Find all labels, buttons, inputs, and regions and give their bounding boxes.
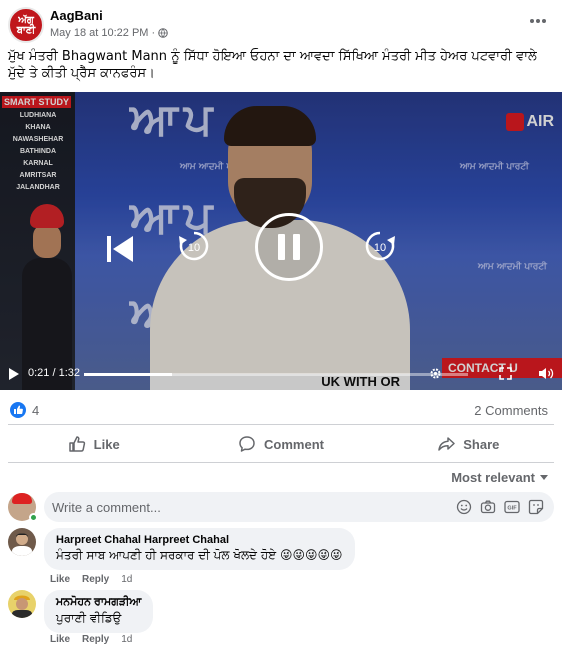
time-separator: / bbox=[49, 367, 59, 379]
settings-gear-icon[interactable] bbox=[429, 367, 442, 380]
volume-icon[interactable] bbox=[538, 367, 554, 380]
comment-text: ਪੁਰਾਣੀ ਵੀਡਿਉ bbox=[56, 611, 122, 625]
composer-tools: GIF bbox=[456, 499, 544, 515]
post-caption: ਮੁੱਖ ਮੰਤਰੀ Bhagwant Mann ਨੂੰ ਸਿੱਧਾ ਹੋਇਆ … bbox=[8, 49, 537, 81]
time-display: 0:21 / 1:32 bbox=[28, 367, 80, 379]
comment-label: Comment bbox=[264, 436, 324, 452]
progress-fill bbox=[84, 373, 173, 376]
svg-text:GIF: GIF bbox=[507, 506, 517, 512]
comment-like-link[interactable]: Like bbox=[50, 574, 70, 585]
like-reaction-icon[interactable] bbox=[10, 402, 26, 418]
current-time: 0:21 bbox=[28, 367, 50, 379]
comment-bubble: Harpreet Chahal Harpreet Chahal ਮੰਤਰੀ ਸਾ… bbox=[44, 528, 355, 570]
post-stats: 4 2 Comments bbox=[0, 396, 562, 424]
like-button[interactable]: Like bbox=[0, 428, 187, 460]
comment-sort-dropdown[interactable]: Most relevant bbox=[451, 470, 548, 485]
comment-age[interactable]: 1d bbox=[121, 574, 132, 585]
previous-icon[interactable] bbox=[105, 232, 135, 266]
commenter-avatar[interactable] bbox=[8, 590, 36, 618]
like-icon bbox=[68, 436, 85, 452]
share-button[interactable]: Share bbox=[375, 428, 562, 460]
online-status-icon bbox=[29, 513, 38, 522]
svg-text:10: 10 bbox=[374, 242, 386, 254]
reactions-count[interactable]: 4 bbox=[32, 403, 39, 418]
comment-author[interactable]: Harpreet Chahal Harpreet Chahal bbox=[56, 534, 343, 546]
divider bbox=[8, 424, 554, 425]
emoji-icon[interactable] bbox=[456, 499, 472, 515]
comment-placeholder: Write a comment... bbox=[52, 500, 161, 515]
rewind-10-icon[interactable]: 10 bbox=[176, 228, 212, 264]
caret-down-icon bbox=[540, 475, 548, 480]
comment-age[interactable]: 1d bbox=[121, 634, 132, 645]
forward-10-icon[interactable]: 10 bbox=[362, 228, 398, 264]
comment-actions: Like Reply 1d bbox=[50, 574, 132, 585]
divider bbox=[8, 462, 554, 463]
post-header: ਅੱਗ ਬਾਣੀ AagBani May 18 at 10:22 PM · bbox=[0, 0, 562, 46]
share-label: Share bbox=[463, 436, 500, 452]
comment-button[interactable]: Comment bbox=[187, 428, 374, 460]
more-dots-icon bbox=[530, 19, 546, 23]
post-meta: May 18 at 10:22 PM · bbox=[50, 27, 168, 39]
sticker-icon[interactable] bbox=[528, 499, 544, 515]
meta-separator: · bbox=[151, 27, 156, 39]
thumbs-up-icon bbox=[14, 405, 23, 414]
pause-icon bbox=[278, 234, 300, 260]
like-label: Like bbox=[93, 436, 120, 452]
svg-text:10: 10 bbox=[188, 242, 200, 254]
video-duration: 1:32 bbox=[58, 367, 81, 379]
comment-reply-link[interactable]: Reply bbox=[82, 574, 109, 585]
sort-label: Most relevant bbox=[451, 470, 535, 485]
post-timestamp[interactable]: May 18 at 10:22 PM bbox=[50, 27, 148, 39]
globe-icon[interactable] bbox=[158, 28, 168, 38]
comment-composer: Write a comment... GIF bbox=[8, 492, 554, 522]
gif-icon[interactable]: GIF bbox=[504, 499, 520, 515]
comment-reply-link[interactable]: Reply bbox=[82, 634, 109, 645]
comment-text: ਮੰਤਰੀ ਸਾਬ ਆਪਣੀ ਹੀ ਸਰਕਾਰ ਦੀ ਪੋਲ ਖੋਲਦੇ ਹੋਏ… bbox=[56, 548, 343, 562]
camera-icon[interactable] bbox=[480, 499, 496, 515]
comment-input[interactable]: Write a comment... GIF bbox=[44, 492, 554, 522]
comment-item: ਮਨਮੋਹਨ ਰਾਮਗੜੀਆ ਪੁਰਾਣੀ ਵੀਡਿਉ Like Reply 1… bbox=[8, 590, 554, 647]
commenter-avatar[interactable] bbox=[8, 528, 36, 556]
video-player[interactable]: ਆਪ ਆਪ ਆਪ ਆਮ ਆਦਮੀ ਪਾਰਟੀ ਆਮ ਆਦਮੀ ਪਾਰਟੀ ਆਮ … bbox=[0, 92, 562, 390]
comment-author[interactable]: ਮਨਮੋਹਨ ਰਾਮਗੜੀਆ bbox=[56, 596, 141, 609]
page-avatar[interactable]: ਅੱਗ ਬਾਣੀ bbox=[8, 7, 44, 43]
comments-count[interactable]: 2 Comments bbox=[474, 403, 548, 418]
comment-icon bbox=[239, 436, 255, 452]
more-options-button[interactable] bbox=[528, 12, 548, 32]
comment-item: Harpreet Chahal Harpreet Chahal ਮੰਤਰੀ ਸਾ… bbox=[8, 528, 554, 586]
play-icon[interactable] bbox=[8, 367, 20, 381]
share-icon bbox=[438, 437, 455, 451]
comment-actions: Like Reply 1d bbox=[50, 634, 132, 645]
fullscreen-icon[interactable] bbox=[499, 367, 512, 380]
comment-bubble: ਮਨਮੋਹਨ ਰਾਮਗੜੀਆ ਪੁਰਾਣੀ ਵੀਡਿਉ bbox=[44, 590, 154, 633]
page-name[interactable]: AagBani bbox=[50, 8, 103, 23]
page-logo: ਅੱਗ ਬਾਣੀ bbox=[16, 15, 36, 36]
comment-like-link[interactable]: Like bbox=[50, 634, 70, 645]
progress-bar[interactable] bbox=[84, 373, 468, 376]
post-actions: Like Comment Share bbox=[0, 428, 562, 460]
pause-button[interactable] bbox=[255, 213, 323, 281]
